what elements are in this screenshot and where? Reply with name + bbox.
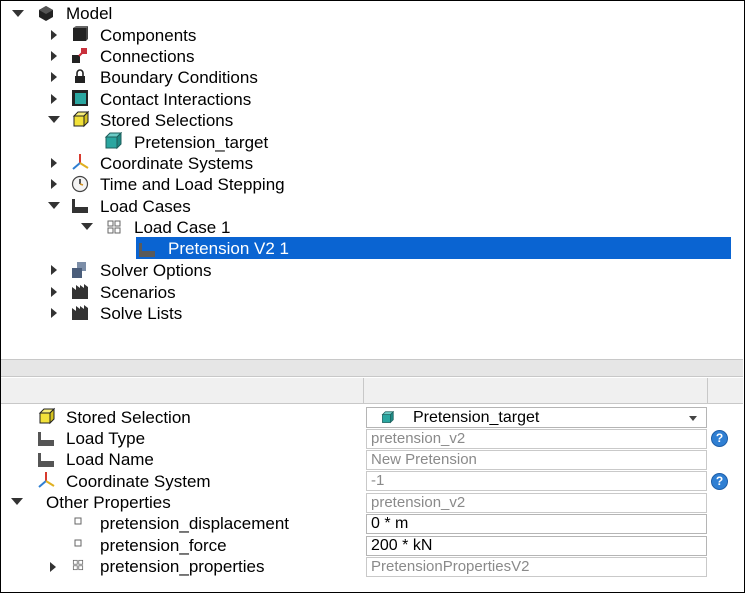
grid-icon	[72, 559, 84, 571]
bullet-square-icon	[74, 517, 82, 525]
expand-arrow-icon[interactable]	[48, 202, 60, 209]
expand-arrow-icon[interactable]	[51, 308, 57, 318]
tree-item-connections[interactable]: Connections	[100, 46, 195, 67]
load-icon	[139, 243, 155, 257]
tree-item-time-load-stepping[interactable]: Time and Load Stepping	[100, 174, 285, 195]
expand-arrow-icon[interactable]	[51, 158, 57, 168]
tree-item-solver-options[interactable]: Solver Options	[100, 260, 212, 281]
help-icon[interactable]: ?	[711, 473, 728, 490]
property-label-other-properties[interactable]: Other Properties	[46, 492, 171, 513]
tree-item-solve-lists[interactable]: Solve Lists	[100, 303, 182, 324]
load-icon	[72, 199, 88, 213]
tree-item-model[interactable]: Model	[66, 3, 112, 24]
selection-cube-icon	[381, 411, 394, 424]
selection-cube-icon	[104, 132, 122, 150]
help-icon[interactable]: ?	[711, 430, 728, 447]
expand-arrow-icon[interactable]	[51, 94, 57, 104]
tree-item-pretension-v2-1[interactable]: Pretension V2 1	[168, 238, 289, 259]
expand-arrow-icon[interactable]	[51, 179, 57, 189]
property-label-pretension-force: pretension_force	[100, 536, 227, 555]
model-tree: Model Components Connections Boundary Co…	[1, 1, 743, 359]
components-icon	[73, 26, 88, 41]
property-extra-column-header[interactable]	[708, 378, 743, 404]
expand-arrow-icon[interactable]	[51, 265, 57, 275]
expand-arrow-icon[interactable]	[48, 116, 60, 123]
lock-icon	[75, 69, 85, 83]
tree-item-coordinate-systems[interactable]: Coordinate Systems	[100, 153, 253, 174]
tree-item-components[interactable]: Components	[100, 25, 196, 46]
tree-item-stored-selections[interactable]: Stored Selections	[100, 110, 233, 131]
other-properties-field: pretension_v2	[366, 493, 707, 513]
solver-icon	[72, 262, 86, 278]
tree-item-contact-interactions[interactable]: Contact Interactions	[100, 89, 251, 110]
property-label-load-name: Load Name	[66, 450, 154, 469]
property-value-column-header[interactable]	[364, 378, 708, 404]
property-label-coordinate-system: Coordinate System	[66, 472, 211, 491]
connections-icon	[72, 48, 87, 63]
load-name-field: New Pretension	[366, 450, 707, 470]
tree-item-load-cases[interactable]: Load Cases	[100, 196, 191, 217]
expand-arrow-icon[interactable]	[51, 51, 57, 61]
load-icon	[38, 453, 54, 467]
contact-icon	[72, 90, 88, 106]
expand-arrow-icon[interactable]	[51, 287, 57, 297]
load-icon	[38, 432, 54, 446]
expand-arrow-icon[interactable]	[81, 223, 93, 230]
stored-selection-value: Pretension_target	[413, 409, 540, 426]
scenario-icon	[72, 305, 88, 320]
scenario-icon	[72, 284, 88, 299]
panel-splitter[interactable]	[1, 359, 743, 377]
expand-arrow-icon[interactable]	[11, 498, 23, 505]
pretension-force-input[interactable]: 200 * kN	[366, 536, 707, 556]
property-name-column-header[interactable]	[1, 378, 364, 404]
expand-arrow-icon[interactable]	[51, 72, 57, 82]
tree-item-pretension-target[interactable]: Pretension_target	[134, 132, 268, 153]
property-label-pretension-properties: pretension_properties	[100, 557, 265, 576]
grid-icon	[107, 220, 121, 234]
expand-arrow-icon[interactable]	[51, 30, 57, 40]
property-label-load-type: Load Type	[66, 429, 146, 448]
pretension-displacement-input[interactable]: 0 * m	[366, 514, 707, 534]
load-type-field: pretension_v2	[366, 429, 707, 449]
expand-arrow-icon[interactable]	[12, 10, 24, 17]
stored-selection-icon	[72, 110, 89, 128]
pretension-properties-field: PretensionPropertiesV2	[366, 557, 707, 577]
tree-item-load-case-1[interactable]: Load Case 1	[134, 217, 230, 238]
model-icon	[39, 6, 53, 21]
tree-item-boundary-conditions[interactable]: Boundary Conditions	[100, 67, 258, 88]
coordinate-axes-icon	[38, 472, 55, 488]
chevron-down-icon[interactable]	[689, 416, 697, 421]
clock-icon	[71, 175, 89, 193]
property-label-pretension-displacement: pretension_displacement	[100, 514, 290, 533]
tree-item-scenarios[interactable]: Scenarios	[100, 282, 176, 303]
stored-selection-icon	[38, 407, 55, 425]
stored-selection-dropdown[interactable]: Pretension_target	[366, 407, 707, 428]
coordinate-system-field: -1	[366, 471, 707, 491]
expand-arrow-icon[interactable]	[50, 562, 56, 572]
bullet-square-icon	[74, 539, 82, 547]
coordinate-axes-icon	[72, 154, 89, 170]
property-label-stored-selection: Stored Selection	[66, 408, 191, 427]
